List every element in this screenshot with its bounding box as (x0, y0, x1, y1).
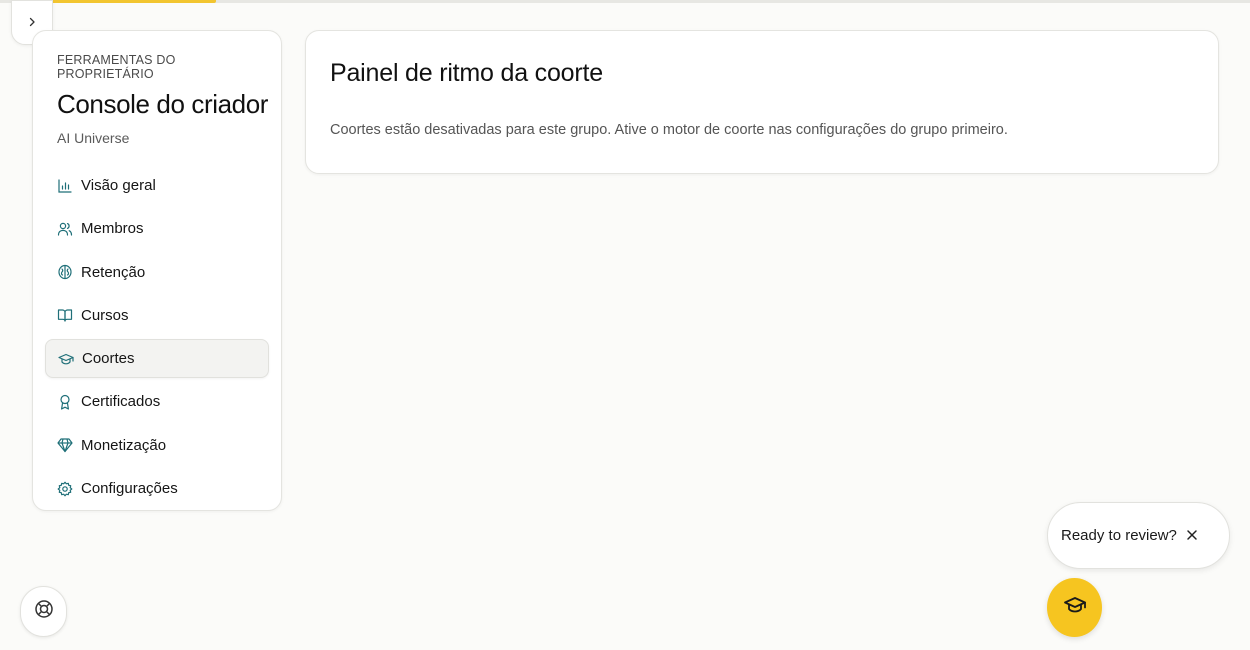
gem-icon (57, 437, 73, 453)
users-icon (57, 221, 73, 237)
sidebar-item-retencao[interactable]: Retenção (45, 253, 269, 292)
award-icon (57, 394, 73, 410)
sidebar-item-label: Certificados (81, 393, 161, 411)
sidebar-item-coortes[interactable]: Coortes (45, 339, 269, 379)
sidebar-item-label: Membros (81, 220, 144, 238)
sidebar-item-configuracoes[interactable]: Configurações (45, 469, 269, 508)
graduation-cap-icon (58, 351, 74, 367)
sidebar-item-label: Retenção (81, 263, 146, 281)
cohort-pace-panel: Painel de ritmo da coorte Coortes estão … (305, 30, 1219, 174)
brain-icon (57, 264, 73, 280)
sidebar-item-label: Configurações (81, 480, 178, 498)
review-prompt-label: Ready to review? (1061, 527, 1177, 544)
sidebar-item-membros[interactable]: Membros (45, 209, 269, 248)
graduation-cap-icon (1063, 593, 1087, 622)
sidebar-item-label: Cursos (81, 306, 129, 324)
lifebuoy-icon (34, 599, 54, 624)
courses-fab-button[interactable] (1047, 578, 1102, 637)
console-title: Console do criador (57, 89, 269, 119)
sidebar-item-label: Visão geral (81, 177, 156, 194)
sidebar-item-label: Monetização (81, 436, 167, 454)
book-open-icon (57, 307, 73, 323)
review-prompt[interactable]: Ready to review? (1047, 502, 1230, 569)
cohorts-disabled-message: Coortes estão desativadas para este grup… (330, 122, 1008, 138)
help-button[interactable] (20, 586, 67, 637)
org-name: AI Universe (57, 130, 130, 146)
sidebar-eyebrow: FERRAMENTAS DO PROPRIETÁRIO (57, 53, 176, 81)
close-icon[interactable] (1184, 527, 1200, 543)
sidebar: FERRAMENTAS DO PROPRIETÁRIO Console do c… (32, 30, 282, 511)
chevron-right-icon (27, 14, 37, 32)
sidebar-item-certificados[interactable]: Certificados (45, 382, 269, 421)
panel-title: Painel de ritmo da coorte (330, 59, 603, 87)
bar-chart-icon (57, 178, 73, 194)
gear-icon (57, 481, 73, 497)
sidebar-item-monetizacao[interactable]: Monetização (45, 426, 269, 465)
sidebar-nav: Visão geral Membros Retenção Cursos Coor… (45, 166, 269, 508)
sidebar-item-cursos[interactable]: Cursos (45, 296, 269, 335)
sidebar-item-visao-geral[interactable]: Visão geral (45, 166, 269, 205)
sidebar-item-label: Coortes (82, 350, 135, 368)
